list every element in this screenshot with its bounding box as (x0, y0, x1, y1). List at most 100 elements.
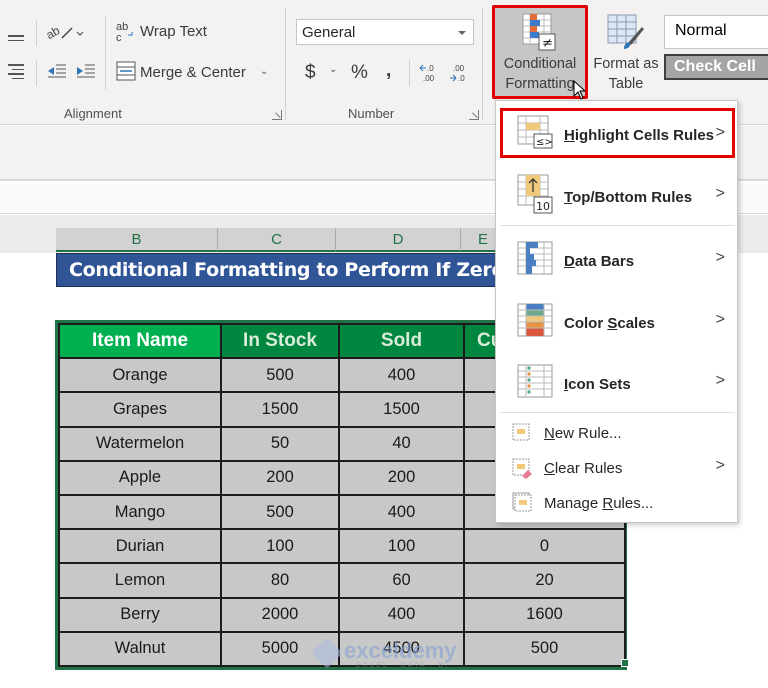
cell-in-stock[interactable]: 500 (220, 493, 340, 531)
percent-button[interactable]: % (351, 62, 368, 84)
menu-item-label-rest: con Sets (568, 376, 631, 393)
cell-item-name[interactable]: Grapes (58, 391, 222, 428)
svg-text:10: 10 (536, 200, 550, 213)
submenu-arrow-icon: > (715, 372, 725, 389)
icon-sets-icon (517, 364, 553, 398)
mouse-cursor-icon (573, 80, 587, 100)
column-header-c[interactable]: C (218, 228, 336, 252)
cell-style-check-cell[interactable]: Check Cell (664, 54, 768, 80)
chevron-down-icon[interactable]: ⌄ (329, 64, 337, 75)
submenu-arrow-icon: > (715, 124, 725, 141)
increase-decimal-button[interactable]: .0.00 (418, 62, 442, 89)
dialog-launcher-icon[interactable] (469, 110, 479, 120)
svg-text:c: c (116, 32, 122, 44)
divider (285, 8, 286, 120)
cell-current-stock[interactable]: 0 (463, 528, 626, 565)
conditional-formatting-icon: ≠ (522, 13, 556, 51)
menu-item-label-rest: cales (617, 315, 655, 332)
menu-item-manage-rules[interactable]: Manage Rules... (496, 489, 737, 521)
conditional-formatting-menu: ≤> Highlight Cells Rules > 10 Top/Bottom… (495, 100, 738, 523)
menu-item-highlight-cells-rules[interactable]: ≤> Highlight Cells Rules > (496, 108, 737, 158)
divider (105, 16, 106, 90)
cell-in-stock[interactable]: 100 (220, 528, 340, 565)
cell-in-stock[interactable]: 50 (220, 425, 340, 462)
align-right-icon[interactable] (8, 64, 24, 82)
cell-sold[interactable]: 1500 (338, 391, 465, 428)
menu-separator (500, 412, 735, 413)
menu-item-label-start: Color (564, 315, 608, 332)
increase-decimal-icon: .0.00 (419, 64, 435, 83)
cell-sold[interactable]: 400 (338, 493, 465, 531)
cell-current-stock[interactable]: 20 (463, 562, 626, 599)
svg-text:ab: ab (46, 23, 62, 42)
cell-in-stock[interactable]: 500 (220, 357, 340, 394)
chevron-down-icon[interactable]: ⌄ (260, 66, 268, 77)
cell-sold[interactable]: 40 (338, 425, 465, 462)
format-as-table-label-line2: Table (608, 76, 644, 92)
cell-item-name[interactable]: Mango (58, 493, 222, 531)
cell-style-normal[interactable]: Normal (664, 15, 768, 49)
format-as-table-icon (607, 14, 644, 49)
svg-text:≤>: ≤> (536, 137, 553, 148)
alignment-group-label: Alignment (64, 106, 122, 121)
cell-in-stock[interactable]: 2000 (220, 596, 340, 633)
cell-in-stock[interactable]: 1500 (220, 391, 340, 428)
number-format-dropdown[interactable]: General (296, 19, 474, 45)
menu-item-label: Top/Bottom Rules (564, 189, 693, 206)
divider (409, 60, 410, 86)
data-bars-icon (517, 241, 553, 275)
increase-indent-button[interactable] (75, 62, 97, 84)
cell-sold[interactable]: 100 (338, 528, 465, 565)
cell-sold[interactable]: 60 (338, 562, 465, 599)
merge-center-button[interactable]: Merge & Center ⌄ (114, 60, 274, 84)
table-row: Durian 100 100 0 (58, 528, 626, 565)
wrap-text-button[interactable]: ab c Wrap Text (114, 20, 224, 44)
merge-center-label: Merge & Center (140, 64, 246, 81)
currency-button[interactable]: $ (305, 62, 316, 84)
menu-item-label-rest: lear Rules (554, 460, 623, 477)
header-item-name[interactable]: Item Name (58, 322, 222, 360)
column-header-b[interactable]: B (56, 228, 218, 252)
svg-text:.00: .00 (423, 74, 435, 83)
header-in-stock[interactable]: In Stock (220, 322, 340, 360)
format-as-table-button[interactable]: Format as Table (590, 10, 662, 100)
cell-current-stock[interactable]: 1600 (463, 596, 626, 633)
cell-in-stock[interactable]: 200 (220, 459, 340, 496)
menu-item-data-bars[interactable]: Data Bars > (496, 236, 737, 291)
cell-item-name[interactable]: Durian (58, 528, 222, 565)
orientation-button[interactable]: ab (44, 22, 86, 46)
cell-item-name[interactable]: Watermelon (58, 425, 222, 462)
cell-sold[interactable]: 400 (338, 596, 465, 633)
header-sold[interactable]: Sold (338, 322, 465, 360)
align-middle-icon[interactable] (8, 35, 24, 44)
exceldemy-logo-icon (311, 637, 343, 669)
svg-text:.0: .0 (427, 64, 434, 73)
menu-item-color-scales[interactable]: Color Scales > (496, 298, 737, 353)
cell-item-name[interactable]: Orange (58, 357, 222, 394)
wrap-text-label: Wrap Text (140, 23, 207, 40)
submenu-arrow-icon: > (715, 457, 725, 474)
selection-fill-handle[interactable] (621, 659, 629, 667)
cell-item-name[interactable]: Apple (58, 459, 222, 496)
cell-item-name[interactable]: Walnut (58, 630, 222, 667)
menu-item-icon-sets[interactable]: Icon Sets > (496, 359, 737, 414)
cell-sold[interactable]: 400 (338, 357, 465, 394)
submenu-arrow-icon: > (715, 311, 725, 328)
decrease-indent-button[interactable] (46, 62, 68, 84)
cell-sold[interactable]: 200 (338, 459, 465, 496)
cell-current-stock[interactable]: 500 (463, 630, 626, 667)
menu-item-top-bottom-rules[interactable]: 10 Top/Bottom Rules > (496, 171, 737, 229)
merge-center-icon (116, 61, 136, 81)
cell-item-name[interactable]: Lemon (58, 562, 222, 599)
column-header-d[interactable]: D (336, 228, 461, 252)
decrease-decimal-button[interactable]: .00.0 (448, 62, 472, 89)
sheet-title-cell[interactable]: Conditional Formatting to Perform If Zer… (56, 253, 506, 287)
menu-item-label: Data Bars (564, 253, 635, 270)
submenu-arrow-icon: > (715, 249, 725, 266)
dialog-launcher-icon[interactable] (272, 110, 282, 120)
cell-in-stock[interactable]: 80 (220, 562, 340, 599)
menu-item-new-rule[interactable]: New Rule... (496, 419, 737, 451)
cell-item-name[interactable]: Berry (58, 596, 222, 633)
comma-style-button[interactable]: , (386, 60, 391, 82)
menu-item-clear-rules[interactable]: Clear Rules > (496, 454, 737, 486)
